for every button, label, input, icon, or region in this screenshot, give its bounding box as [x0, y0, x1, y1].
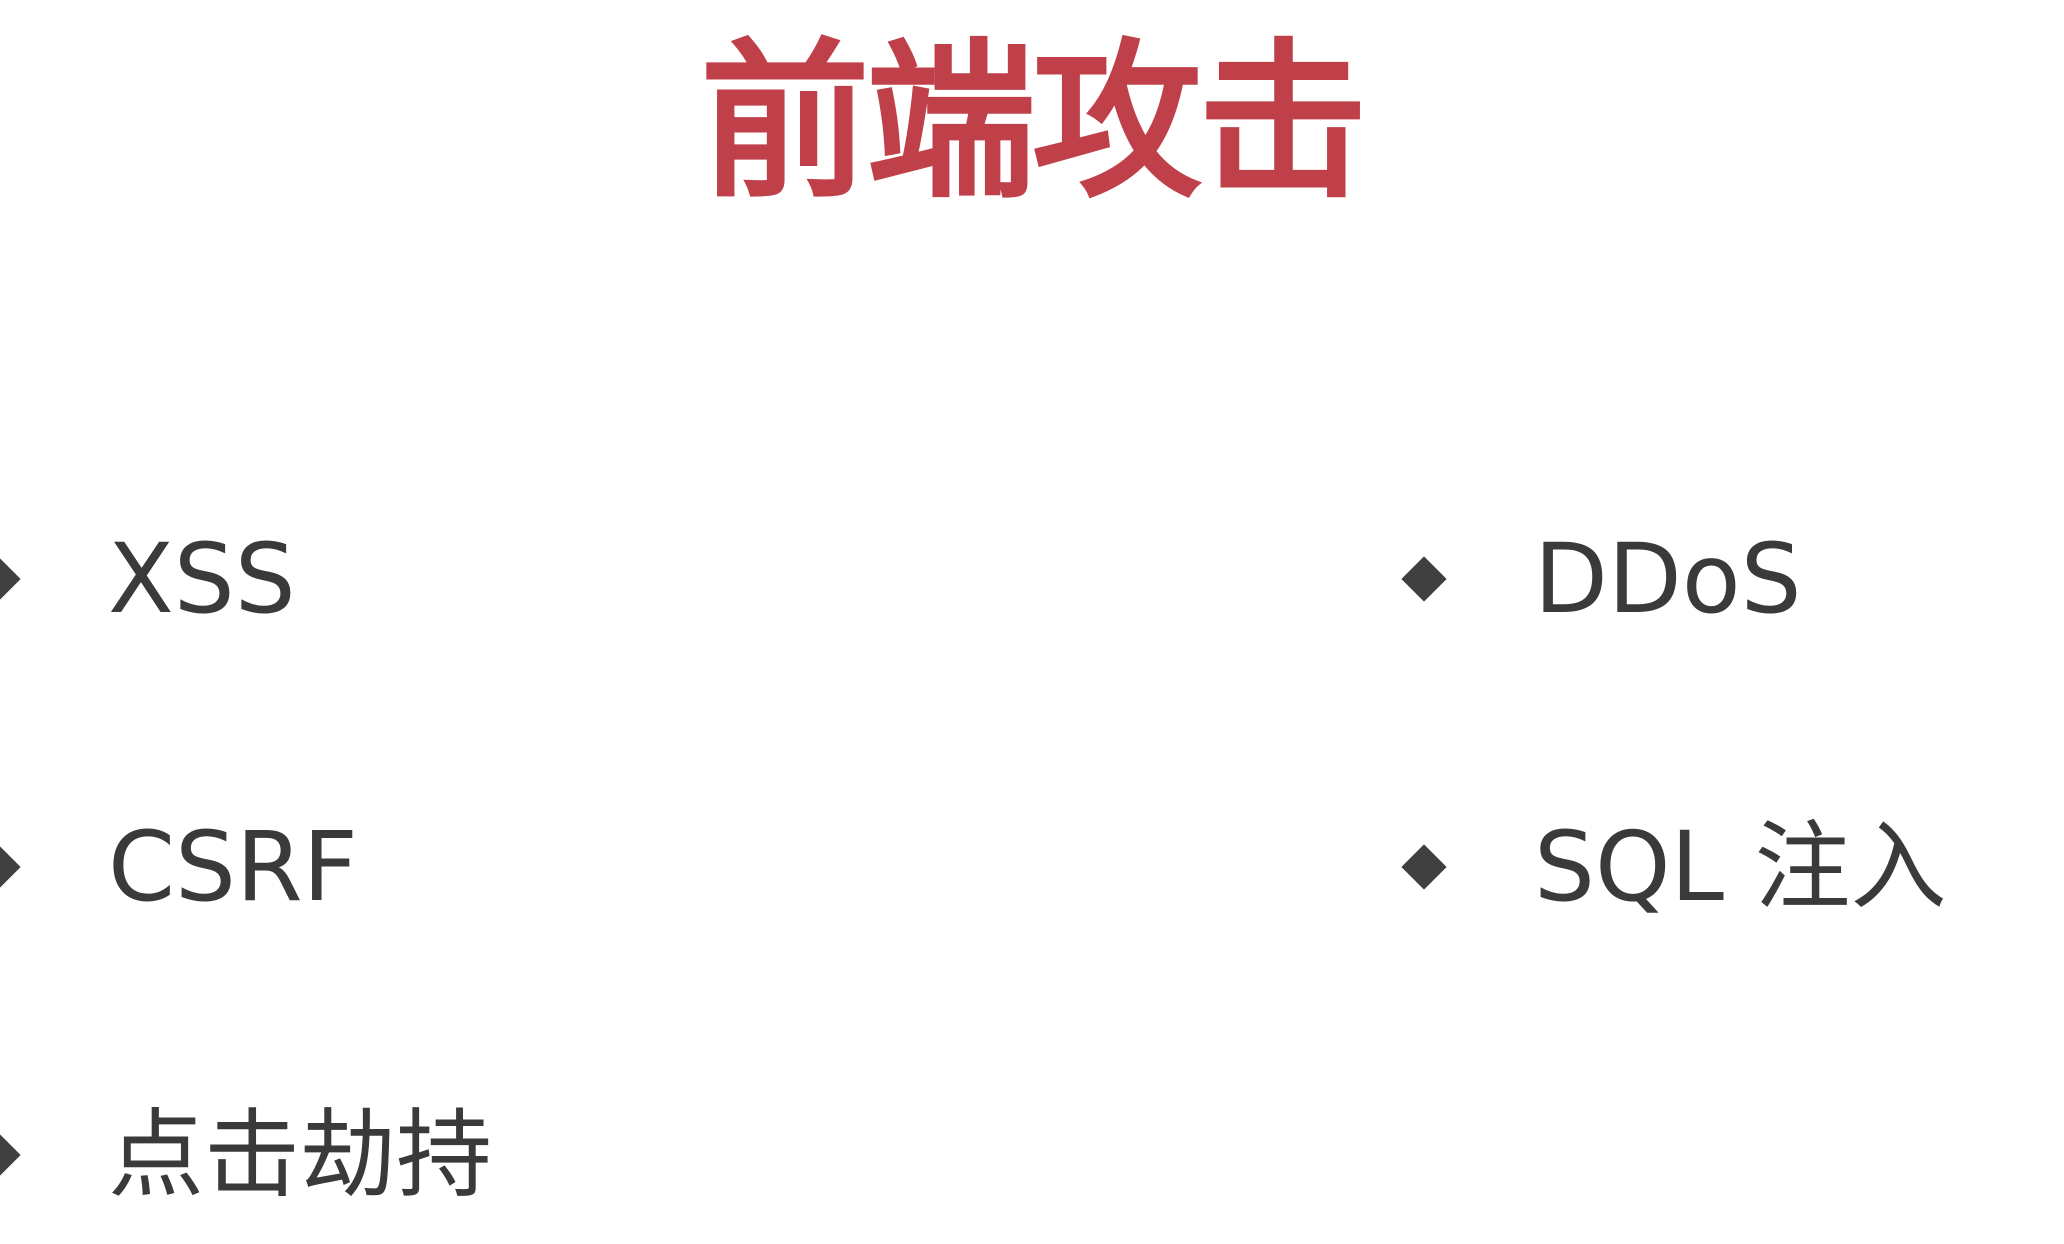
bullet-label: 点击劫持 — [108, 1099, 492, 1211]
diamond-bullet-icon — [0, 1132, 21, 1178]
bullet-label: CSRF — [108, 811, 358, 923]
diamond-bullet-icon — [1401, 844, 1447, 890]
slide-title: 前端攻击 — [699, 24, 1368, 222]
bullet-label: XSS — [108, 523, 296, 635]
diamond-bullet-icon — [0, 556, 21, 602]
bullet-label: DDoS — [1534, 523, 1802, 635]
diamond-bullet-icon — [1401, 556, 1447, 602]
diamond-bullet-icon — [0, 844, 21, 890]
bullet-label: SQL 注入 — [1534, 811, 1947, 923]
slide: 前端攻击 XSS CSRF 点击劫持 DDoS SQL 注入 — [0, 0, 2064, 1244]
